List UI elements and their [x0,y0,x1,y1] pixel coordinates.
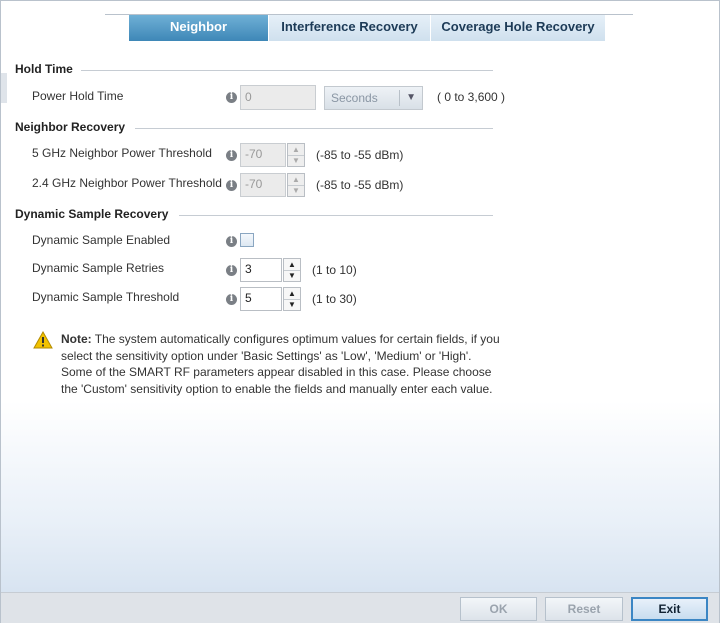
dynamic-sample-retries-spinner[interactable]: ▲ ▼ [283,258,301,282]
note-text: Note: The system automatically configure… [61,331,501,397]
dynamic-sample-threshold-range: (1 to 30) [312,292,357,306]
power-hold-time-unit-select[interactable]: Seconds ▼ [324,86,423,110]
section-title-hold-time: Hold Time [15,62,73,76]
chevron-down-icon[interactable]: ▼ [288,185,304,196]
ghz24-threshold-spinner[interactable]: ▲ ▼ [287,173,305,197]
warning-icon [33,331,53,349]
dynamic-sample-retries-label: Dynamic Sample Retries [32,261,165,275]
reset-button[interactable]: Reset [545,597,623,621]
unit-select-value: Seconds [331,91,378,105]
power-hold-time-label: Power Hold Time [32,89,124,103]
section-rule [81,70,493,71]
tab-bar: Neighbor Recovery Interference Recovery … [129,15,606,58]
info-icon[interactable]: i [226,265,237,276]
select-divider [399,90,400,106]
dynamic-sample-threshold-input[interactable]: 5 [240,287,282,311]
dynamic-sample-enabled-checkbox[interactable] [240,233,254,247]
section-rule [135,128,493,129]
power-hold-time-range: ( 0 to 3,600 ) [437,90,506,104]
left-edge-strip [1,73,7,103]
ghz5-threshold-input[interactable]: -70 [240,143,286,167]
chevron-down-icon: ▼ [406,92,416,103]
section-title-neighbor-recovery: Neighbor Recovery [15,120,126,134]
section-title-dynamic-sample-recovery: Dynamic Sample Recovery [15,207,169,221]
ghz5-threshold-range: (-85 to -55 dBm) [316,148,404,162]
dynamic-sample-enabled-label: Dynamic Sample Enabled [32,233,171,247]
dynamic-sample-threshold-spinner[interactable]: ▲ ▼ [283,287,301,311]
dynamic-sample-retries-range: (1 to 10) [312,263,357,277]
note-prefix: Note: [61,332,92,346]
ghz24-threshold-label: 2.4 GHz Neighbor Power Threshold [32,176,222,190]
dynamic-sample-retries-input[interactable]: 3 [240,258,282,282]
info-icon[interactable]: i [226,150,237,161]
note-body: The system automatically configures opti… [61,332,500,396]
info-icon[interactable]: i [226,92,237,103]
info-icon[interactable]: i [226,180,237,191]
chevron-down-icon[interactable]: ▼ [288,155,304,166]
exit-button[interactable]: Exit [631,597,708,621]
ghz5-threshold-spinner[interactable]: ▲ ▼ [287,143,305,167]
section-rule [179,215,493,216]
dialog-frame: Neighbor Recovery Interference Recovery … [0,0,720,623]
ok-button[interactable]: OK [460,597,537,621]
ghz5-threshold-label: 5 GHz Neighbor Power Threshold [32,146,212,160]
tab-neighbor-recovery[interactable]: Neighbor Recovery [129,15,269,58]
dynamic-sample-threshold-label: Dynamic Sample Threshold [32,290,180,304]
chevron-down-icon[interactable]: ▼ [284,299,300,310]
info-icon[interactable]: i [226,294,237,305]
power-hold-time-input[interactable]: 0 [240,85,316,110]
info-icon[interactable]: i [226,236,237,247]
ghz24-threshold-range: (-85 to -55 dBm) [316,178,404,192]
ghz24-threshold-input[interactable]: -70 [240,173,286,197]
tab-interference-recovery[interactable]: Interference Recovery [269,15,431,41]
chevron-down-icon[interactable]: ▼ [284,270,300,281]
tab-coverage-hole-recovery[interactable]: Coverage Hole Recovery [431,15,606,41]
